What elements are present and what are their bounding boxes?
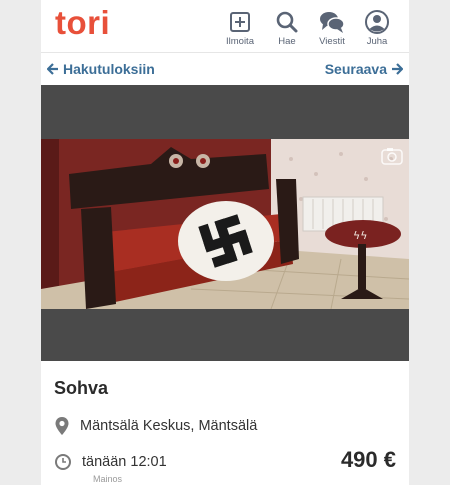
chat-bubbles-icon	[320, 12, 345, 33]
nav-viestit-label: Viestit	[319, 36, 345, 47]
back-to-results-link[interactable]: Hakutuloksiin	[47, 61, 155, 77]
next-link-label: Seuraava	[324, 61, 387, 77]
location-text: Mäntsälä Keskus, Mäntsälä	[80, 418, 258, 434]
listing-location: Mäntsälä Keskus, Mäntsälä	[54, 416, 257, 436]
arrow-right-icon	[392, 63, 403, 75]
arrow-left-icon	[47, 63, 58, 75]
back-link-label: Hakutuloksiin	[63, 61, 155, 77]
listing-time: tänään 12:01	[54, 453, 167, 471]
page-margin-right	[409, 0, 450, 485]
nav-juha[interactable]: Juha	[354, 10, 400, 47]
nav-juha-label: Juha	[366, 36, 388, 47]
nav-hae[interactable]: Hae	[264, 10, 310, 47]
listing-image-area[interactable]: ϟϟ	[41, 85, 409, 361]
clock-icon	[55, 454, 71, 470]
ad-label: Mainos	[93, 474, 123, 484]
listing-navigation: Hakutuloksiin Seuraava	[41, 53, 409, 86]
next-listing-link[interactable]: Seuraava	[325, 61, 403, 77]
nav-ilmoita-label: Ilmoita	[226, 36, 254, 47]
app-header: tori Ilmoita Hae Viestit Juha	[41, 0, 409, 53]
listing-title: Sohva	[54, 378, 109, 398]
listing-price: 490 €	[340, 447, 396, 472]
nav-ilmoita[interactable]: Ilmoita	[217, 10, 263, 47]
zoom-image-icon[interactable]	[381, 147, 403, 165]
page-margin-left	[0, 0, 41, 485]
plus-box-icon	[230, 12, 250, 32]
listing-details: Sohva Mäntsälä Keskus, Mäntsälä tänään 1…	[41, 361, 409, 485]
listing-page: tori Ilmoita Hae Viestit Juha Hakutuloks…	[41, 0, 409, 485]
location-pin-icon	[55, 417, 69, 435]
time-text: tänään 12:01	[82, 454, 167, 470]
nav-hae-label: Hae	[278, 36, 296, 47]
nav-viestit[interactable]: Viestit	[309, 10, 355, 47]
listing-photo[interactable]: ϟϟ	[41, 139, 409, 309]
tori-logo[interactable]: tori	[55, 4, 110, 42]
svg-text:ϟϟ: ϟϟ	[353, 229, 368, 242]
search-icon	[276, 11, 298, 33]
user-icon	[365, 10, 389, 34]
